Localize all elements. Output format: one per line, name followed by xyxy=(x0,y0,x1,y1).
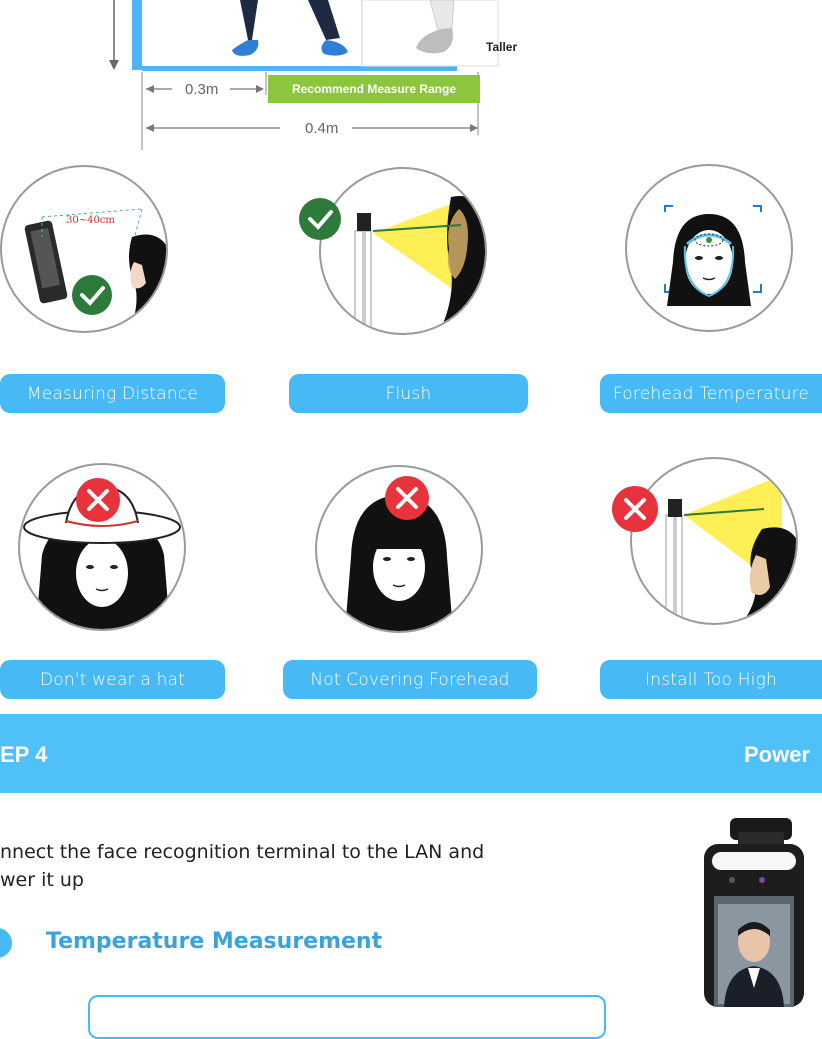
label-forehead-temperature: Forehead Temperature xyxy=(600,374,822,413)
content-box xyxy=(88,995,606,1039)
hat-x-icon xyxy=(76,478,120,522)
section-bullet xyxy=(0,928,12,958)
distance-0-4m: 0.4m xyxy=(305,120,339,137)
instruction-line-2: wer it up xyxy=(0,869,84,891)
section-title: Temperature Measurement xyxy=(46,929,383,954)
forehead-temperature-illustration xyxy=(625,164,793,332)
face-recognition-terminal xyxy=(696,818,808,1007)
label-dont-wear-hat: Don't wear a hat xyxy=(0,660,225,699)
measuring-distance-illustration: 30~40cm xyxy=(0,165,168,333)
step-number: EP 4 xyxy=(0,742,48,767)
power-instruction: nnect the face recognition terminal to t… xyxy=(0,838,560,894)
forehead-x-icon xyxy=(385,476,429,520)
flush-illustration xyxy=(319,167,487,335)
label-flush: Flush xyxy=(289,374,528,413)
label-not-covering-forehead: Not Covering Forehead xyxy=(283,660,537,699)
recommend-range-label: Recommend Measure Range xyxy=(268,75,480,103)
flush-check-icon xyxy=(299,198,341,240)
instruction-line-1: nnect the face recognition terminal to t… xyxy=(0,841,485,863)
distance-annotation: 30~40cm xyxy=(66,215,115,226)
step-title: Power xyxy=(743,742,810,767)
distance-0-3m: 0.3m xyxy=(185,81,219,98)
install-high-x-icon xyxy=(612,486,658,532)
label-install-too-high: Install Too High xyxy=(600,660,822,699)
install-too-high-illustration xyxy=(630,457,798,625)
label-measuring-distance: Measuring Distance xyxy=(0,374,225,413)
taller-label: Taller xyxy=(486,40,518,54)
step-header: EP 4 Power xyxy=(0,714,822,793)
